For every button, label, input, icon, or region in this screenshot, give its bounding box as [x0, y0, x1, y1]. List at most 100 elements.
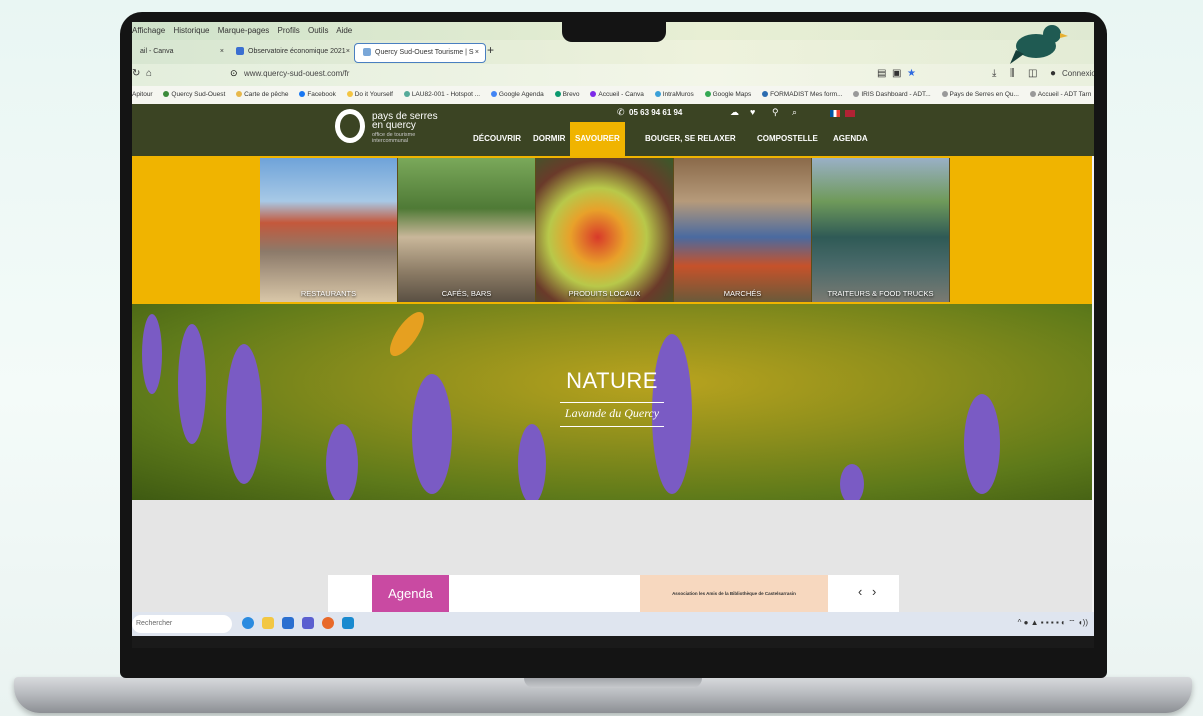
wifi-icon	[403, 91, 410, 98]
url-field[interactable]: www.quercy-sud-ouest.com/fr	[244, 69, 349, 78]
carousel-arrows-icon[interactable]: ‹ ›	[858, 584, 879, 599]
tab-label: Quercy Sud-Ouest Tourisme | S	[375, 49, 474, 56]
menu-item-profils[interactable]: Profils	[278, 26, 300, 35]
bookmark-item[interactable]: Accueil - Canva	[590, 91, 644, 98]
agenda-button[interactable]: Agenda	[372, 575, 449, 612]
menu-agenda[interactable]: AGENDA	[828, 122, 873, 156]
bird-beak	[1060, 33, 1068, 38]
menu-decouvrir[interactable]: DÉCOUVRIR	[468, 122, 526, 156]
menu-item-marque-pages[interactable]: Marque-pages	[218, 26, 270, 35]
bookmark-item[interactable]: Do it Yourself	[346, 91, 393, 98]
intramuros-icon	[654, 91, 661, 98]
tile-label: RESTAURANTS	[300, 289, 357, 298]
folder-icon	[236, 91, 243, 98]
bookmark-item[interactable]: Apitour	[132, 91, 153, 98]
flag-en-icon[interactable]	[845, 110, 855, 117]
tile-label: PRODUITS LOCAUX	[568, 289, 641, 298]
tab-label: Observatoire économique 2021	[248, 48, 346, 55]
account-icon[interactable]: ●	[1050, 68, 1056, 79]
bookmark-item[interactable]: Quercy Sud-Ouest	[163, 91, 225, 98]
bookmark-item[interactable]: Carte de pêche	[236, 91, 289, 98]
site-info-icon[interactable]: ⊙	[230, 68, 238, 79]
hero-subtitle: Lavande du Quercy	[564, 406, 660, 420]
globe-icon	[1029, 91, 1036, 98]
edge-icon[interactable]	[242, 617, 254, 629]
bookmark-item[interactable]: IntraMuros	[654, 91, 694, 98]
sidebar-icon[interactable]: ◫	[1028, 68, 1037, 79]
menu-bouger[interactable]: BOUGER, SE RELAXER	[640, 122, 741, 156]
tile-cafes-bars[interactable]: CAFÉS, BARS	[398, 158, 536, 302]
reader-icon[interactable]: ▤	[877, 68, 886, 79]
screenshot-icon[interactable]: ▣	[892, 68, 901, 79]
menu-dormir[interactable]: DORMIR	[528, 122, 570, 156]
outlook-icon[interactable]	[282, 617, 294, 629]
heart-icon[interactable]: ♥	[750, 107, 755, 117]
menu-compostelle[interactable]: COMPOSTELLE	[752, 122, 823, 156]
globe-icon	[762, 91, 769, 98]
bird-decoration-icon	[1010, 25, 1068, 64]
close-icon[interactable]: ×	[346, 43, 350, 61]
tile-label: CAFÉS, BARS	[441, 289, 492, 298]
search-icon[interactable]: ⌕	[792, 107, 797, 118]
close-icon[interactable]: ×	[475, 44, 479, 62]
os-taskbar: Rechercher ^ ● ▲ ▪ ▪ ▪ ▪ ◐ ⌔ ◖))	[132, 612, 1094, 636]
agenda-strip: Agenda Association les Amis de la Biblio…	[328, 575, 899, 612]
tab-label: ail - Canva	[140, 48, 174, 55]
lavender-stem-3	[326, 424, 358, 500]
logo-subtitle: office de tourisme intercommunal	[372, 132, 416, 144]
tile-label: TRAITEURS & FOOD TRUCKS	[827, 289, 934, 298]
site-logo-text[interactable]: pays de serres en quercy	[372, 112, 438, 131]
bookmark-item[interactable]: Brevo	[554, 91, 580, 98]
tab-observatoire[interactable]: Observatoire économique 2021 ×	[228, 43, 356, 61]
globe-icon	[853, 91, 860, 98]
tile-traiteurs-food-trucks[interactable]: TRAITEURS & FOOD TRUCKS	[812, 158, 950, 302]
menu-item-aide[interactable]: Aide	[336, 26, 352, 35]
teams-icon[interactable]	[302, 617, 314, 629]
logo-q-icon[interactable]	[335, 109, 365, 143]
weather-icon[interactable]: ☁	[730, 107, 739, 118]
bookmark-item[interactable]: IRIS Dashboard - ADT...	[853, 91, 931, 98]
menu-savourer[interactable]: SAVOURER	[570, 122, 625, 156]
lavender-stem-7	[840, 464, 864, 500]
bookmark-item[interactable]: Google Maps	[704, 91, 751, 98]
file-explorer-icon[interactable]	[262, 617, 274, 629]
site-header: pays de serres en quercy office de touri…	[132, 104, 1094, 156]
new-tab-button[interactable]: +	[487, 43, 494, 57]
bookmark-item[interactable]: Accueil - ADT Tarn	[1029, 91, 1091, 98]
phone-number[interactable]: 05 63 94 61 94	[629, 108, 682, 117]
bee-icon	[389, 311, 425, 357]
folder-icon	[346, 91, 353, 98]
bookmark-item[interactable]: Pays de Serres en Qu...	[941, 91, 1019, 98]
close-icon[interactable]: ×	[220, 43, 224, 61]
download-icon[interactable]: ⤓	[992, 68, 996, 79]
bookmark-item[interactable]: FORMADIST Mes form...	[762, 91, 843, 98]
flag-fr-icon[interactable]	[830, 110, 840, 117]
bookmark-item[interactable]: Google Agenda	[490, 91, 544, 98]
taskbar-search-input[interactable]: Rechercher	[132, 615, 232, 633]
bookmark-item[interactable]: Facebook	[299, 91, 336, 98]
reload-icon[interactable]: ↻	[132, 68, 140, 79]
menu-item-outils[interactable]: Outils	[308, 26, 328, 35]
tile-produits-locaux[interactable]: PRODUITS LOCAUX	[536, 158, 674, 302]
tab-quercy[interactable]: Quercy Sud-Ouest Tourisme | S ×	[354, 43, 486, 63]
firefox-icon[interactable]	[322, 617, 334, 629]
app-icon[interactable]	[342, 617, 354, 629]
tile-restaurants[interactable]: RESTAURANTS	[260, 158, 398, 302]
home-icon[interactable]: ⌂	[146, 68, 152, 79]
bookmark-star-icon[interactable]: ★	[907, 68, 916, 79]
savourer-submenu: RESTAURANTS CAFÉS, BARS PRODUITS LOCAUX …	[132, 156, 1092, 304]
tab-canva[interactable]: ail - Canva ×	[132, 43, 230, 61]
menu-item-historique[interactable]: Historique	[173, 26, 209, 35]
laptop-hinge-notch	[524, 677, 702, 688]
tile-label: MARCHÉS	[723, 289, 762, 298]
tile-marches[interactable]: MARCHÉS	[674, 158, 812, 302]
favicon-icon	[236, 47, 244, 56]
menu-item-affichage[interactable]: Affichage	[132, 26, 165, 35]
location-pin-icon[interactable]: ⚲	[772, 107, 779, 118]
library-icon[interactable]: ⫼	[1010, 68, 1015, 79]
calendar-icon	[490, 91, 497, 98]
connection-label[interactable]: Connexion	[1062, 69, 1094, 78]
bookmark-item[interactable]: LAU82-001 - Hotspot ...	[403, 91, 480, 98]
system-tray-icon[interactable]: ^ ● ▲ ▪ ▪ ▪ ▪ ◐ ⌔ ◖))	[1018, 618, 1088, 628]
event-card[interactable]: Association les Amis de la Bibliothèque …	[640, 575, 828, 612]
